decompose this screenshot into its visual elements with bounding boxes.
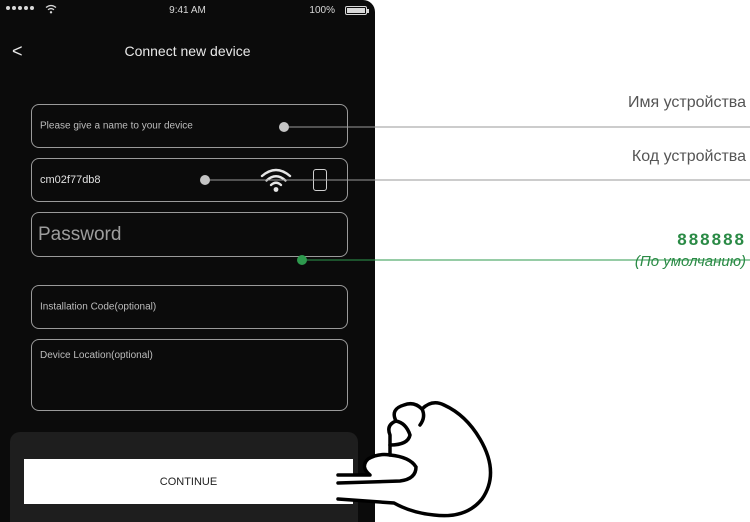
page-title: Connect new device <box>124 43 251 59</box>
installation-code-placeholder: Installation Code(optional) <box>40 301 157 313</box>
continue-button[interactable]: CONTINUE <box>24 459 353 504</box>
password-input[interactable]: Password <box>31 212 348 257</box>
pointing-hand-icon <box>336 401 493 518</box>
device-code-annotation: Код устройства <box>631 148 746 165</box>
device-location-placeholder: Device Location(optional) <box>40 350 153 361</box>
device-code-input[interactable]: cm02f77db8 <box>31 158 348 202</box>
status-bar: 9:41 AM 100% <box>0 0 375 22</box>
device-code-value: cm02f77db8 <box>40 174 101 186</box>
device-name-placeholder: Please give a name to your device <box>40 120 193 132</box>
device-name-input[interactable]: Please give a name to your device <box>31 104 348 148</box>
device-name-marker-dot <box>279 122 289 132</box>
default-password-annotation: 888888 <box>677 230 746 249</box>
wifi-icon[interactable] <box>259 166 293 194</box>
device-name-annotation: Имя устройства <box>627 94 746 111</box>
phone-icon[interactable] <box>313 169 327 191</box>
battery-icon <box>345 6 369 15</box>
device-location-input[interactable]: Device Location(optional) <box>31 339 348 411</box>
battery-percent: 100% <box>309 5 335 16</box>
password-marker-dot <box>297 255 307 265</box>
phone-screen: 9:41 AM 100% < Connect new device Please… <box>0 0 375 522</box>
password-placeholder: Password <box>38 223 122 245</box>
default-note-annotation: (По умолчанию) <box>634 253 746 270</box>
device-code-marker-dot <box>200 175 210 185</box>
installation-code-input[interactable]: Installation Code(optional) <box>31 285 348 329</box>
nav-bar: < Connect new device <box>0 40 375 64</box>
